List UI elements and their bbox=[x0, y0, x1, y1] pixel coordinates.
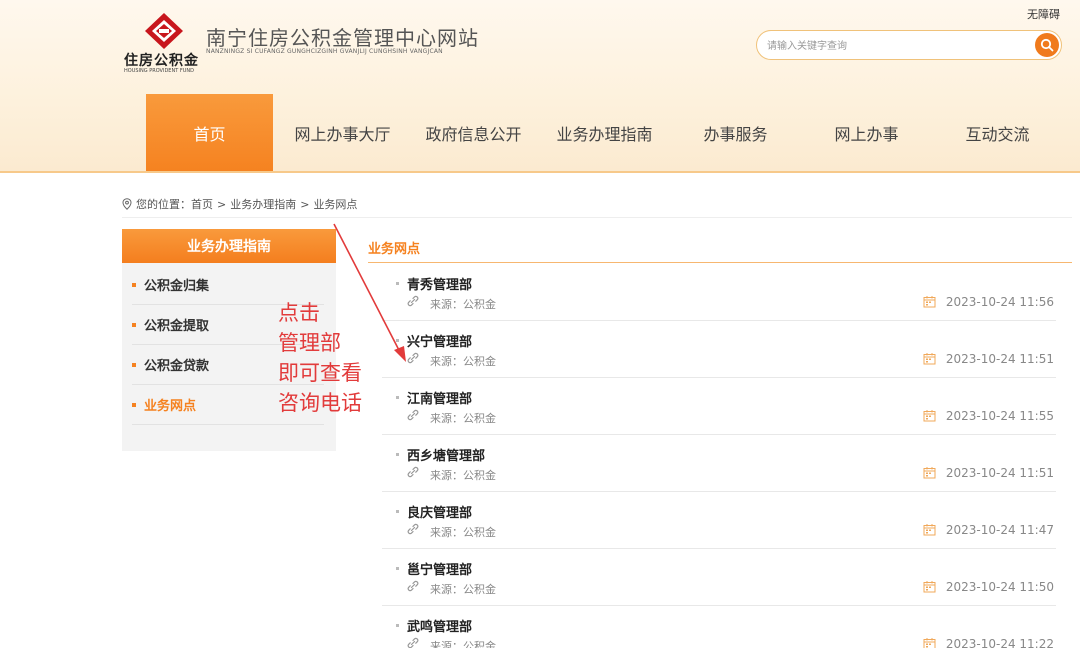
search-box bbox=[756, 30, 1062, 60]
calendar-icon bbox=[923, 410, 936, 422]
list-item-date: 2023-10-24 11:50 bbox=[945, 580, 1054, 594]
nav-item-services[interactable]: 办事服务 bbox=[670, 94, 801, 172]
list-item[interactable]: 良庆管理部 来源：公积金 2023-10-24 11:47 bbox=[382, 492, 1056, 549]
calendar-icon bbox=[923, 296, 936, 308]
nav-item-home[interactable]: 首页 bbox=[146, 94, 273, 172]
sidebar-item-label: 公积金归集 bbox=[144, 279, 210, 294]
bullet-icon bbox=[396, 567, 399, 570]
location-pin-icon bbox=[122, 198, 132, 210]
list-item-title[interactable]: 青秀管理部 bbox=[407, 274, 472, 293]
site-logo[interactable]: 住房公积金 HOUSING PROVIDENT FUND bbox=[124, 12, 204, 74]
bullet-icon bbox=[396, 453, 399, 456]
site-header: 无障碍 住房公积金 HOUSING PROVIDENT FUND 南宁住房公积金… bbox=[0, 0, 1080, 172]
site-subtitle: NANZNINGZ SI CUFANGZ GUNGHCIZGINH GVANJL… bbox=[206, 48, 443, 55]
list-item-date: 2023-10-24 11:51 bbox=[945, 352, 1054, 366]
breadcrumb-business-guide[interactable]: 业务办理指南 bbox=[230, 196, 296, 212]
list-item-source: 来源：公积金 bbox=[430, 583, 496, 596]
link-icon bbox=[407, 523, 419, 535]
list-item[interactable]: 西乡塘管理部 来源：公积金 2023-10-24 11:51 bbox=[382, 435, 1056, 492]
logo-subtext: HOUSING PROVIDENT FUND bbox=[124, 68, 194, 74]
nav-item-online-affairs[interactable]: 网上办事 bbox=[801, 94, 932, 172]
list-item-date: 2023-10-24 11:51 bbox=[945, 466, 1054, 480]
calendar-icon bbox=[923, 353, 936, 365]
list-item-title[interactable]: 良庆管理部 bbox=[407, 502, 472, 521]
calendar-icon bbox=[923, 467, 936, 479]
list-item-source: 来源：公积金 bbox=[430, 355, 496, 368]
breadcrumb-divider bbox=[122, 217, 1072, 218]
list-item-title[interactable]: 武鸣管理部 bbox=[407, 616, 472, 635]
list-item-source: 来源：公积金 bbox=[430, 298, 496, 311]
breadcrumb-home[interactable]: 首页 bbox=[191, 196, 213, 212]
list-item[interactable]: 武鸣管理部 来源：公积金 2023-10-24 11:22 bbox=[382, 606, 1056, 648]
calendar-icon bbox=[923, 638, 936, 648]
site-title: 南宁住房公积金管理中心网站 bbox=[206, 26, 479, 50]
list-item[interactable]: 青秀管理部 来源：公积金 2023-10-24 11:56 bbox=[382, 264, 1056, 321]
list-item-title[interactable]: 西乡塘管理部 bbox=[407, 445, 485, 464]
calendar-icon bbox=[923, 581, 936, 593]
sidebar-item-label: 业务网点 bbox=[144, 399, 197, 414]
bullet-icon bbox=[132, 322, 136, 327]
bullet-icon bbox=[396, 510, 399, 513]
annotation-line: 即可查看 bbox=[278, 361, 362, 385]
header-divider bbox=[0, 171, 1080, 173]
link-icon bbox=[407, 637, 419, 648]
list-item-source: 来源：公积金 bbox=[430, 469, 496, 482]
breadcrumb: 您的位置： 首页 > 业务办理指南 > 业务网点 bbox=[122, 196, 357, 212]
nav-item-interaction[interactable]: 互动交流 bbox=[932, 94, 1063, 172]
search-input[interactable] bbox=[767, 37, 1027, 55]
list-item-title[interactable]: 江南管理部 bbox=[407, 388, 472, 407]
search-button[interactable] bbox=[1035, 33, 1059, 57]
list-item-date: 2023-10-24 11:47 bbox=[945, 523, 1054, 537]
list-item-source: 来源：公积金 bbox=[430, 526, 496, 539]
breadcrumb-separator: > bbox=[217, 197, 227, 211]
housing-fund-logo-icon bbox=[145, 13, 183, 49]
nav-item-gov-info[interactable]: 政府信息公开 bbox=[408, 94, 539, 172]
list-item-title[interactable]: 兴宁管理部 bbox=[407, 331, 472, 350]
breadcrumb-separator: > bbox=[300, 197, 310, 211]
list-item-date: 2023-10-24 11:22 bbox=[945, 637, 1054, 648]
sidebar-item-label: 公积金贷款 bbox=[144, 359, 210, 374]
calendar-icon bbox=[923, 524, 936, 536]
main-nav: 首页 网上办事大厅 政府信息公开 业务办理指南 办事服务 网上办事 互动交流 bbox=[146, 94, 1063, 172]
list-item[interactable]: 邕宁管理部 来源：公积金 2023-10-24 11:50 bbox=[382, 549, 1056, 606]
list-item-source: 来源：公积金 bbox=[430, 412, 496, 425]
bullet-icon bbox=[396, 624, 399, 627]
sidebar-item-label: 公积金提取 bbox=[144, 319, 210, 334]
bullet-icon bbox=[132, 362, 136, 367]
breadcrumb-current[interactable]: 业务网点 bbox=[313, 196, 357, 212]
link-icon bbox=[407, 580, 419, 592]
annotation-line: 点击 bbox=[278, 301, 320, 325]
list-item[interactable]: 兴宁管理部 来源：公积金 2023-10-24 11:51 bbox=[382, 321, 1056, 378]
bullet-icon bbox=[396, 396, 399, 399]
accessibility-link[interactable]: 无障碍 bbox=[1027, 6, 1060, 22]
breadcrumb-prefix: 您的位置： bbox=[136, 198, 191, 211]
list-item-title[interactable]: 邕宁管理部 bbox=[407, 559, 472, 578]
search-icon bbox=[1040, 38, 1054, 52]
section-divider bbox=[368, 262, 1072, 263]
outlet-list: 青秀管理部 来源：公积金 2023-10-24 11:56 兴宁管理部 来源：公… bbox=[382, 264, 1056, 648]
annotation-text: 点击 管理部 即可查看 咨询电话 bbox=[278, 298, 362, 418]
bullet-icon bbox=[132, 402, 136, 407]
annotation-line: 咨询电话 bbox=[278, 391, 362, 415]
list-item-source: 来源：公积金 bbox=[430, 640, 496, 648]
sidebar-title: 业务办理指南 bbox=[122, 229, 336, 263]
list-item-date: 2023-10-24 11:55 bbox=[945, 409, 1054, 423]
link-icon bbox=[407, 466, 419, 478]
list-item[interactable]: 江南管理部 来源：公积金 2023-10-24 11:55 bbox=[382, 378, 1056, 435]
link-icon bbox=[407, 409, 419, 421]
list-item-date: 2023-10-24 11:56 bbox=[945, 295, 1054, 309]
nav-item-online-hall[interactable]: 网上办事大厅 bbox=[277, 94, 408, 172]
annotation-line: 管理部 bbox=[278, 331, 341, 355]
bullet-icon bbox=[132, 282, 136, 287]
logo-text: 住房公积金 bbox=[124, 53, 199, 69]
nav-item-business-guide[interactable]: 业务办理指南 bbox=[539, 94, 670, 172]
